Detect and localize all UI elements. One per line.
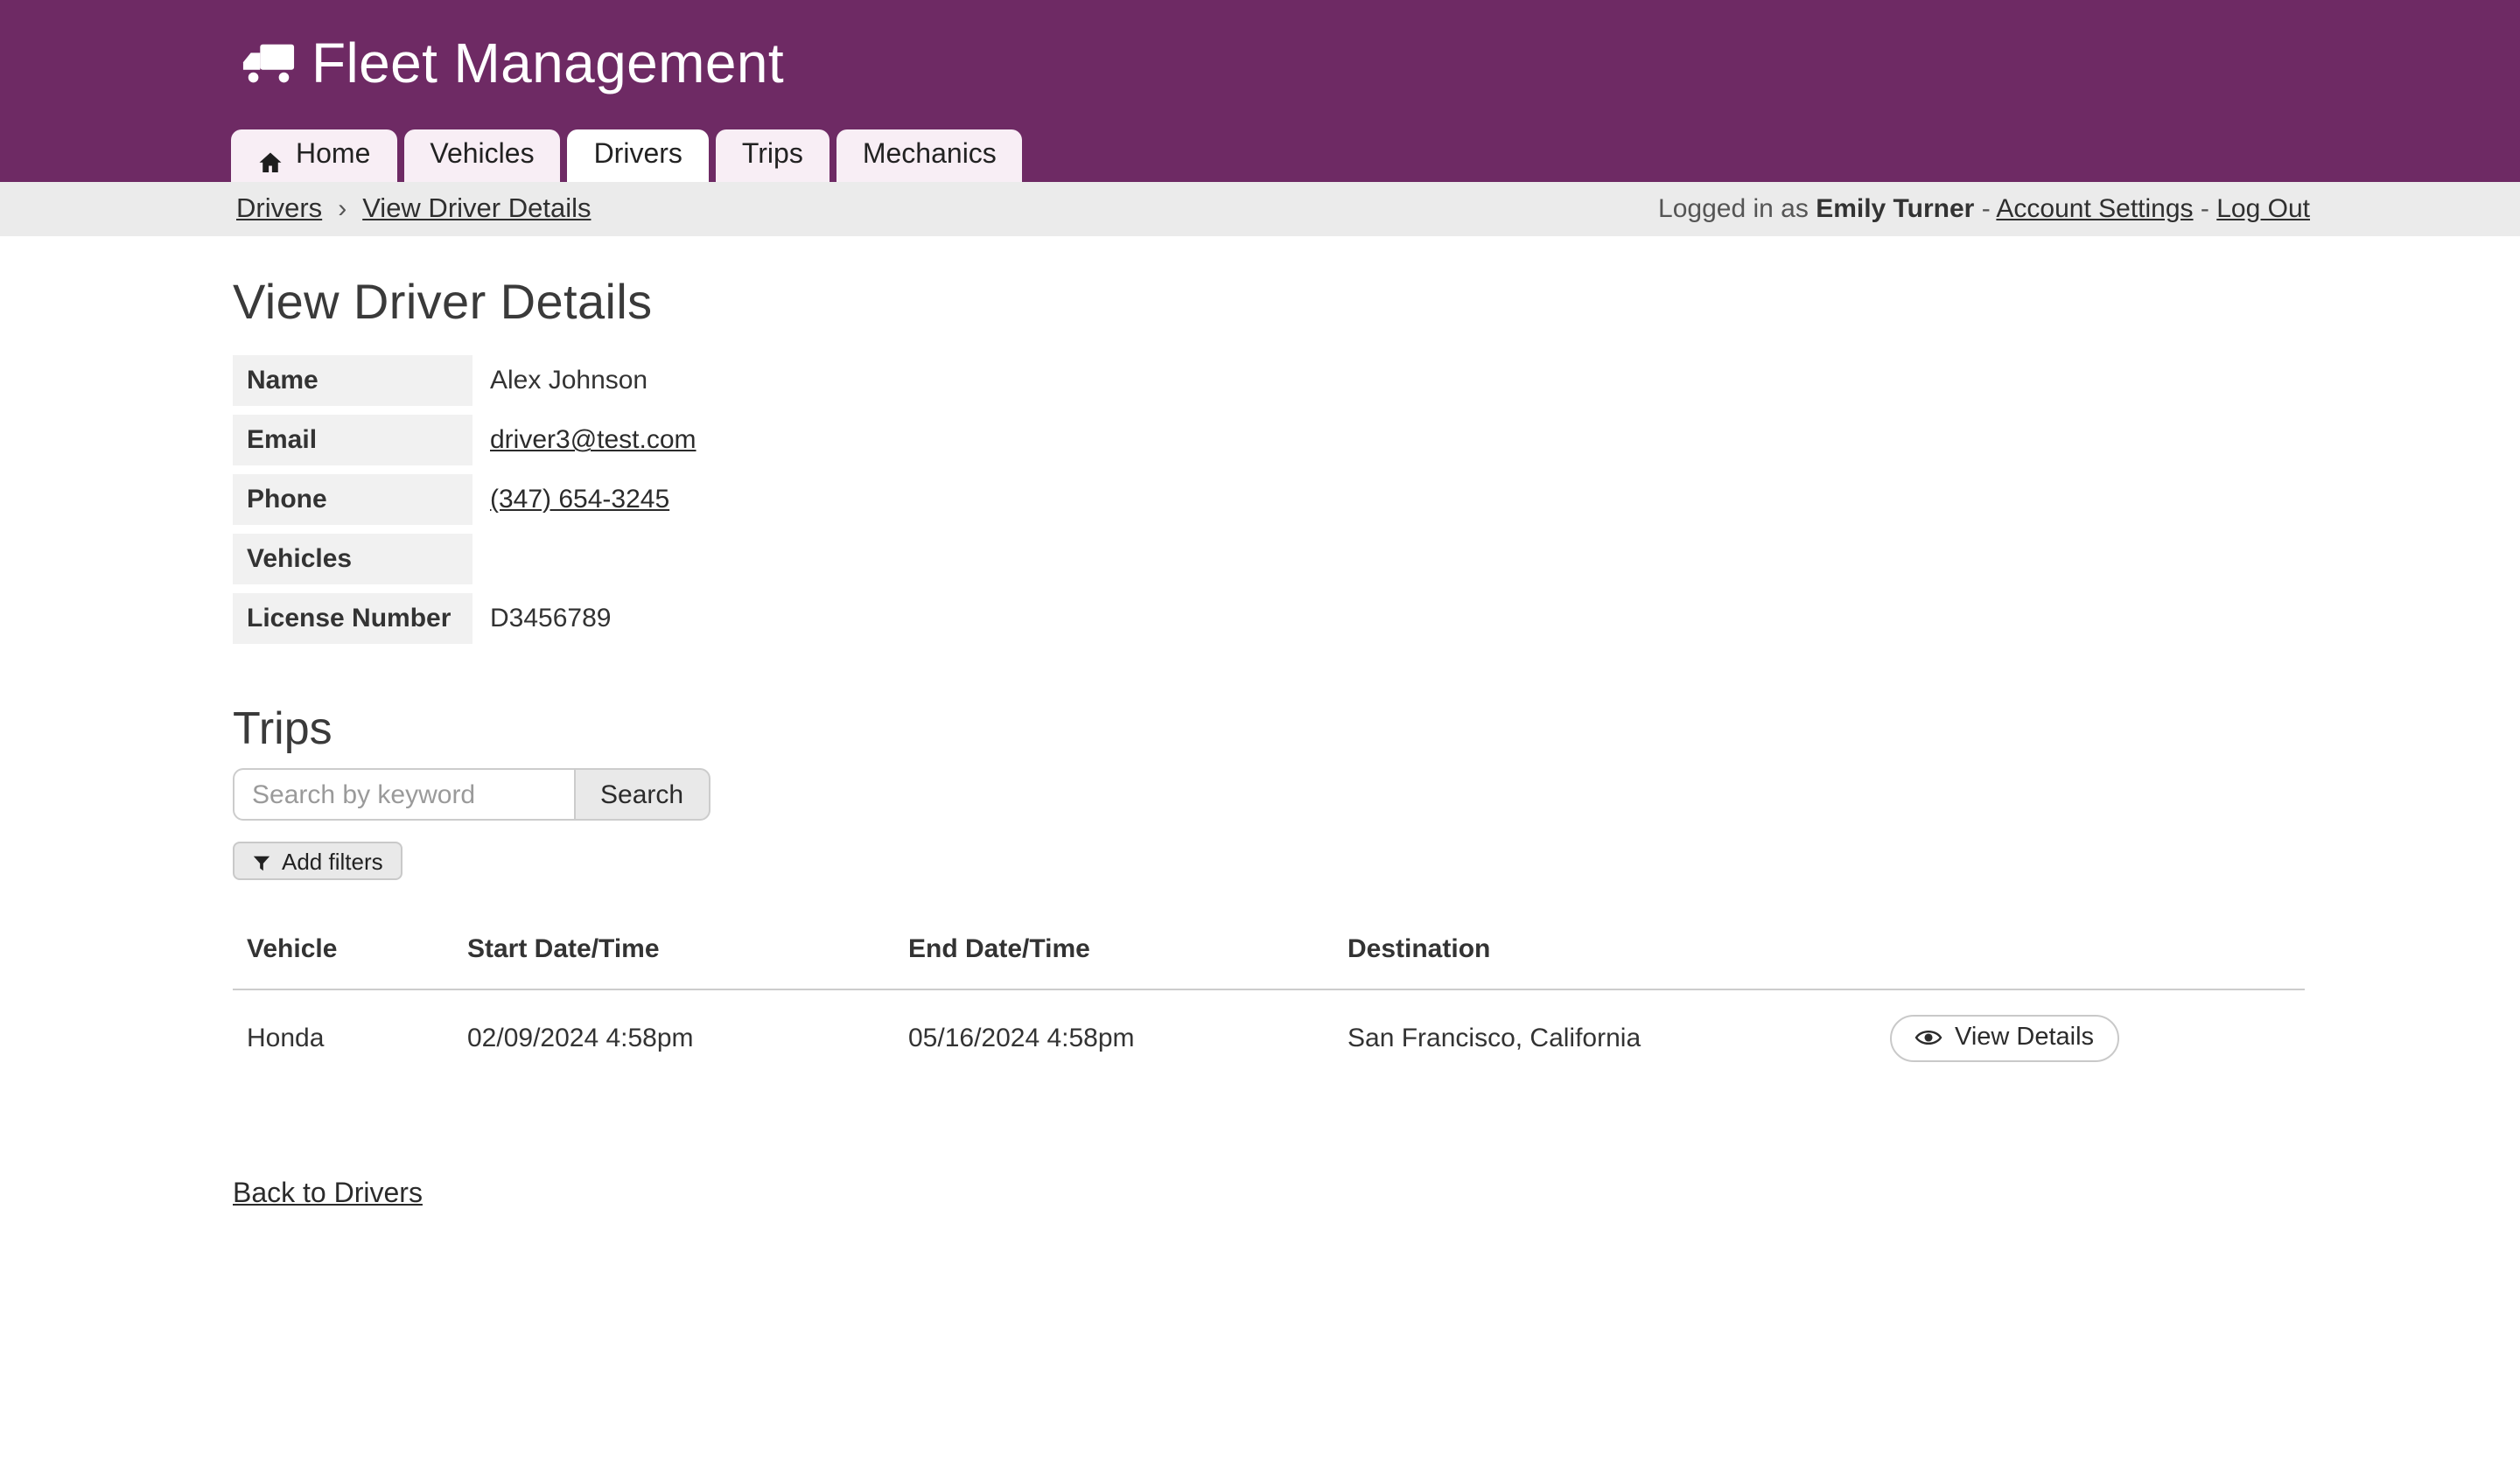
detail-value: Alex Johnson [472,355,858,406]
tab-vehicles[interactable]: Vehicles [403,129,560,182]
tab-label: Vehicles [430,129,534,182]
cell-end: 05/16/2024 4:58pm [908,1023,1348,1052]
session-user: Emily Turner [1816,194,1974,224]
cell-start: 02/09/2024 4:58pm [467,1023,908,1052]
col-header-end: End Date/Time [908,933,1348,963]
tab-home[interactable]: Home [231,129,396,182]
detail-row-vehicles: Vehicles [233,534,858,584]
brand: Fleet Management [0,0,2520,96]
cell-destination: San Francisco, California [1348,1023,1890,1052]
session-prefix: Logged in as [1658,194,1809,224]
detail-row-name: Name Alex Johnson [233,355,858,406]
detail-label: Email [233,415,472,465]
main-nav: Home Vehicles Drivers Trips Mechanics [231,129,1023,182]
tab-label: Mechanics [863,129,997,182]
fleet-management-app: Fleet Management Home Vehicles Drivers T… [0,0,2520,1482]
detail-label: Name [233,355,472,406]
view-details-button[interactable]: View Details [1890,1014,2118,1061]
col-header-destination: Destination [1348,933,1890,963]
driver-phone-link[interactable]: (347) 654-3245 [490,485,669,514]
detail-label: Phone [233,474,472,525]
driver-email-link[interactable]: driver3@test.com [490,425,696,455]
account-settings-link[interactable]: Account Settings [1996,194,2193,224]
session-dash: - [1982,194,1991,224]
tab-label: Drivers [594,129,682,182]
main-content: View Driver Details Name Alex Johnson Em… [0,275,2520,1210]
breadcrumb: Drivers › View Driver Details [236,193,591,225]
driver-details-table: Name Alex Johnson Email driver3@test.com… [233,346,858,653]
table-row: Honda 02/09/2024 4:58pm 05/16/2024 4:58p… [233,989,2305,1063]
log-out-link[interactable]: Log Out [2216,194,2310,224]
search-input[interactable] [233,768,574,821]
trips-section-title: Trips [233,702,2310,756]
app-header: Fleet Management Home Vehicles Drivers T… [0,0,2520,182]
session-info: Logged in as Emily Turner - Account Sett… [1658,194,2310,224]
cell-vehicle: Honda [233,1023,467,1052]
search-button[interactable]: Search [574,768,710,821]
breadcrumb-separator-icon: › [338,194,346,224]
truck-icon [242,42,296,86]
col-header-actions [1890,933,2305,963]
eye-icon [1914,1027,1942,1048]
detail-value: D3456789 [472,593,858,644]
page-title: View Driver Details [233,275,2310,331]
home-icon [257,143,284,169]
breadcrumb-link-drivers[interactable]: Drivers [236,193,322,225]
detail-label: License Number [233,593,472,644]
tab-drivers[interactable]: Drivers [568,129,709,182]
tab-mechanics[interactable]: Mechanics [836,129,1023,182]
tab-trips[interactable]: Trips [716,129,830,182]
filter-icon [252,851,271,870]
trips-table-header: Vehicle Start Date/Time End Date/Time De… [233,933,2305,989]
detail-row-email: Email driver3@test.com [233,415,858,465]
col-header-start: Start Date/Time [467,933,908,963]
add-filters-label: Add filters [282,848,383,874]
trips-table: Vehicle Start Date/Time End Date/Time De… [233,933,2305,1063]
tab-label: Trips [742,129,803,182]
detail-row-phone: Phone (347) 654-3245 [233,474,858,525]
app-title: Fleet Management [312,31,784,96]
session-dash: - [2201,194,2209,224]
view-details-label: View Details [1955,1024,2094,1052]
topbar: Drivers › View Driver Details Logged in … [0,182,2520,236]
col-header-vehicle: Vehicle [233,933,467,963]
tab-label: Home [296,129,370,182]
back-to-drivers-link[interactable]: Back to Drivers [233,1178,423,1210]
detail-value [472,534,858,584]
breadcrumb-link-current[interactable]: View Driver Details [362,193,591,225]
detail-label: Vehicles [233,534,472,584]
detail-row-license: License Number D3456789 [233,593,858,644]
add-filters-button[interactable]: Add filters [233,842,402,880]
trips-search: Search [233,768,2310,821]
